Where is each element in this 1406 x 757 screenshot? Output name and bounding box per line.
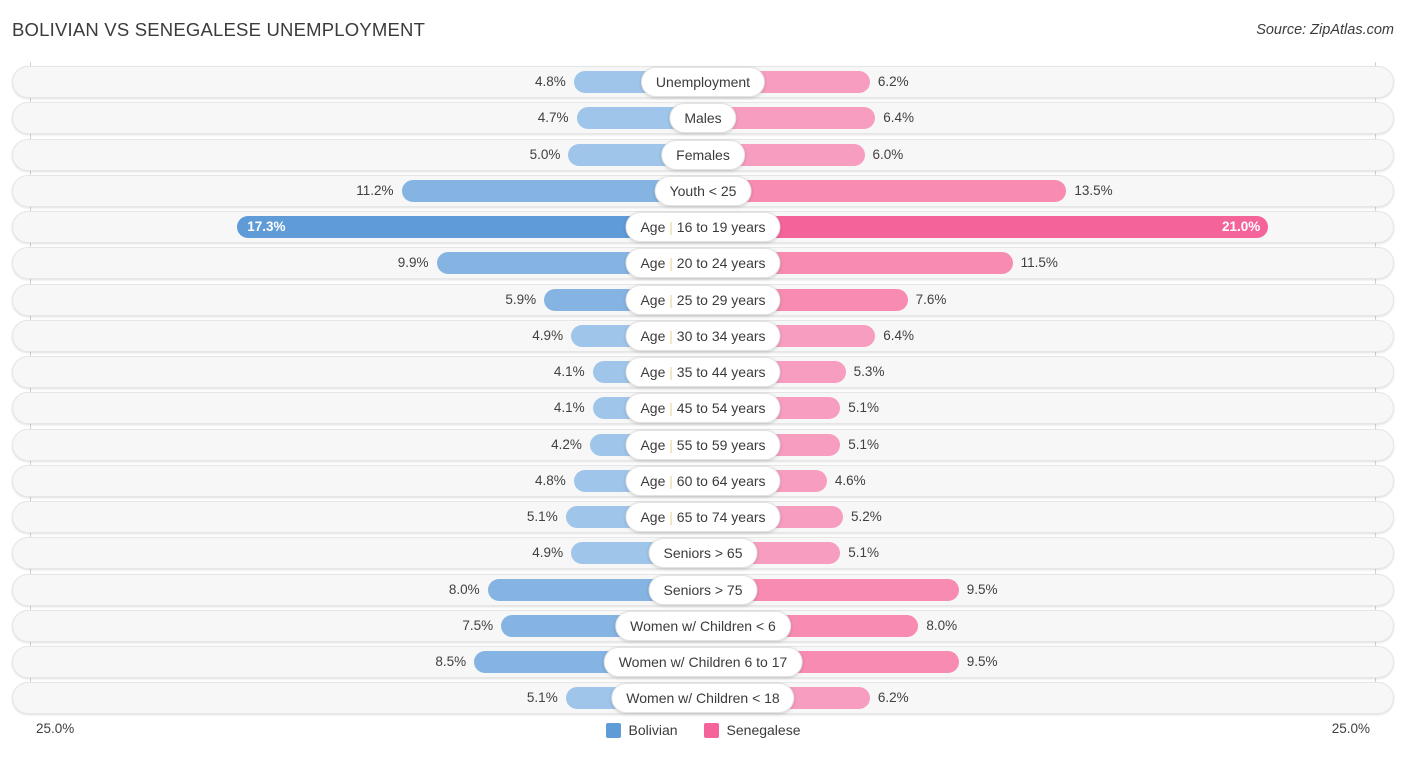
page-title: BOLIVIAN VS SENEGALESE UNEMPLOYMENT (12, 19, 426, 40)
value-label-bolivian: 4.2% (551, 436, 582, 452)
label-separator: | (669, 436, 673, 453)
value-label-bolivian: 4.8% (535, 472, 566, 488)
legend-item[interactable]: Bolivian (605, 722, 678, 738)
category-label[interactable]: Women w/ Children < 6 (615, 610, 791, 641)
value-label-bolivian: 11.2% (356, 182, 394, 198)
category-label[interactable]: Females (661, 139, 745, 170)
category-label[interactable]: Women w/ Children < 18 (611, 683, 795, 714)
category-label[interactable]: Youth < 25 (654, 175, 752, 206)
value-label-bolivian: 5.0% (529, 146, 561, 162)
category-label[interactable]: Age | 20 to 24 years (625, 248, 781, 279)
bar-row: 4.7% 6.4% Males (0, 102, 1406, 135)
bar-senegalese[interactable] (703, 216, 1269, 238)
bar-row: 11.2% 13.5% Youth < 25 (0, 174, 1406, 207)
value-label-senegalese: 7.6% (915, 291, 947, 307)
value-label-senegalese: 5.3% (853, 364, 885, 379)
category-label[interactable]: Age | 60 to 64 years (625, 465, 781, 496)
value-label-bolivian: 4.1% (553, 364, 585, 379)
value-label-senegalese: 11.5% (1020, 255, 1058, 271)
category-label[interactable]: Age | 30 to 34 years (625, 320, 781, 351)
value-label-bolivian: 4.7% (537, 110, 569, 126)
category-label[interactable]: Age | 35 to 44 years (625, 357, 781, 387)
bar-row: 4.9% 6.4% Age | 30 to 34 years (0, 319, 1406, 352)
legend-label: Bolivian (628, 722, 678, 738)
value-label-senegalese: 6.4% (883, 327, 915, 343)
value-label-senegalese: 6.2% (877, 74, 909, 89)
legend-label: Senegalese (726, 722, 801, 738)
value-label-bolivian: 17.3% (247, 219, 286, 234)
bar-row: 5.9% 7.6% Age | 25 to 29 years (0, 283, 1406, 316)
chart-root: BOLIVIAN VS SENEGALESE UNEMPLOYMENT Sour… (0, 0, 1406, 757)
label-separator: | (669, 472, 673, 489)
legend-swatch-icon (605, 722, 621, 738)
value-label-bolivian: 4.9% (532, 545, 564, 561)
value-label-bolivian: 5.1% (526, 509, 558, 524)
category-label[interactable]: Age | 16 to 19 years (625, 212, 781, 242)
category-label[interactable]: Age | 25 to 29 years (625, 284, 781, 315)
bar-row: 8.5% 9.5% Women w/ Children 6 to 17 (0, 646, 1406, 678)
value-label-senegalese: 4.6% (834, 472, 866, 488)
bar-row: 4.9% 5.1% Seniors > 65 (0, 537, 1406, 570)
source-attribution: Source: ZipAtlas.com (1256, 22, 1394, 38)
label-separator: | (669, 291, 673, 308)
value-label-bolivian: 4.1% (553, 400, 585, 416)
bar-row: 5.1% 6.2% Women w/ Children < 18 (0, 682, 1406, 715)
bar-row: 4.2% 5.1% Age | 55 to 59 years (0, 428, 1406, 461)
label-separator: | (669, 364, 673, 380)
category-label[interactable]: Males (669, 103, 737, 134)
value-label-senegalese: 5.2% (850, 509, 882, 524)
label-separator: | (669, 255, 673, 272)
value-label-bolivian: 5.1% (526, 690, 558, 706)
value-label-senegalese: 6.2% (877, 690, 909, 706)
label-separator: | (669, 219, 673, 235)
plot-area: 4.8% 6.2% Unemployment 4.7% 6.4% Males 5.0% 6.0… (0, 62, 1406, 718)
bar-row: 4.1% 5.1% Age | 45 to 54 years (0, 392, 1406, 425)
bar-row: 5.1% 5.2% Age | 65 to 74 years (0, 501, 1406, 533)
value-label-senegalese: 6.0% (872, 146, 904, 162)
bar-row: 4.1% 5.3% Age | 35 to 44 years (0, 356, 1406, 388)
value-label-senegalese: 6.4% (883, 110, 915, 126)
chart-legend: Bolivian Senegalese (0, 722, 1406, 738)
value-label-bolivian: 8.5% (435, 654, 467, 669)
bar-senegalese[interactable] (703, 179, 1067, 202)
legend-swatch-icon (703, 722, 719, 738)
category-label[interactable]: Seniors > 65 (648, 538, 758, 569)
value-label-bolivian: 4.8% (535, 74, 566, 89)
category-label[interactable]: Age | 45 to 54 years (625, 393, 781, 424)
category-label[interactable]: Women w/ Children 6 to 17 (603, 647, 803, 677)
category-label[interactable]: Age | 65 to 74 years (625, 502, 781, 532)
value-label-bolivian: 9.9% (397, 255, 429, 271)
value-label-bolivian: 4.9% (532, 327, 564, 343)
legend-item[interactable]: Senegalese (703, 722, 801, 738)
category-label[interactable]: Age | 55 to 59 years (625, 429, 781, 460)
bar-row-list: 4.8% 6.2% Unemployment 4.7% 6.4% Males 5.0% 6.0… (0, 66, 1406, 719)
value-label-senegalese: 9.5% (966, 654, 998, 669)
bar-row: 9.9% 11.5% Age | 20 to 24 years (0, 247, 1406, 280)
value-label-senegalese: 9.5% (966, 581, 998, 597)
value-label-bolivian: 5.9% (505, 291, 537, 307)
label-separator: | (669, 400, 673, 417)
value-label-bolivian: 7.5% (462, 617, 494, 633)
value-label-bolivian: 8.0% (448, 581, 480, 597)
value-label-senegalese: 8.0% (926, 617, 958, 633)
bar-row: 7.5% 8.0% Women w/ Children < 6 (0, 609, 1406, 642)
category-label[interactable]: Unemployment (640, 67, 766, 97)
label-separator: | (669, 327, 673, 344)
bar-row: 5.0% 6.0% Females (0, 138, 1406, 171)
value-label-senegalese: 5.1% (848, 400, 880, 416)
bar-row: 17.3% 21.0% Age | 16 to 19 years (0, 211, 1406, 243)
category-label[interactable]: Seniors > 75 (648, 574, 758, 605)
value-label-senegalese: 5.1% (848, 545, 880, 561)
bar-row: 8.0% 9.5% Seniors > 75 (0, 573, 1406, 606)
value-label-senegalese: 13.5% (1074, 182, 1113, 198)
bar-row: 4.8% 6.2% Unemployment (0, 66, 1406, 98)
value-label-senegalese: 5.1% (848, 436, 880, 452)
bar-row: 4.8% 4.6% Age | 60 to 64 years (0, 464, 1406, 497)
value-label-senegalese: 21.0% (1222, 219, 1261, 234)
label-separator: | (669, 509, 673, 525)
